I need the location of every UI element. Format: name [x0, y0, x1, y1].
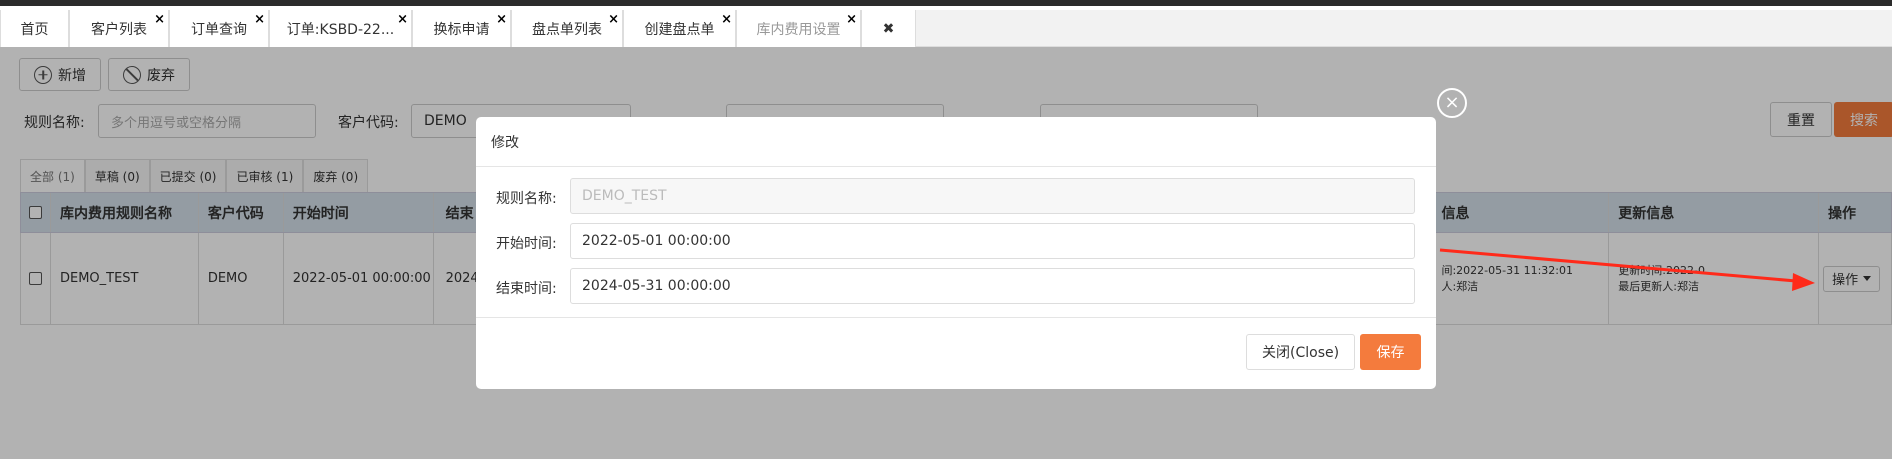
arrow-head: [1792, 273, 1815, 291]
annotation-arrow-icon: [1439, 248, 1815, 291]
arrow-shaft: [1439, 248, 1797, 283]
